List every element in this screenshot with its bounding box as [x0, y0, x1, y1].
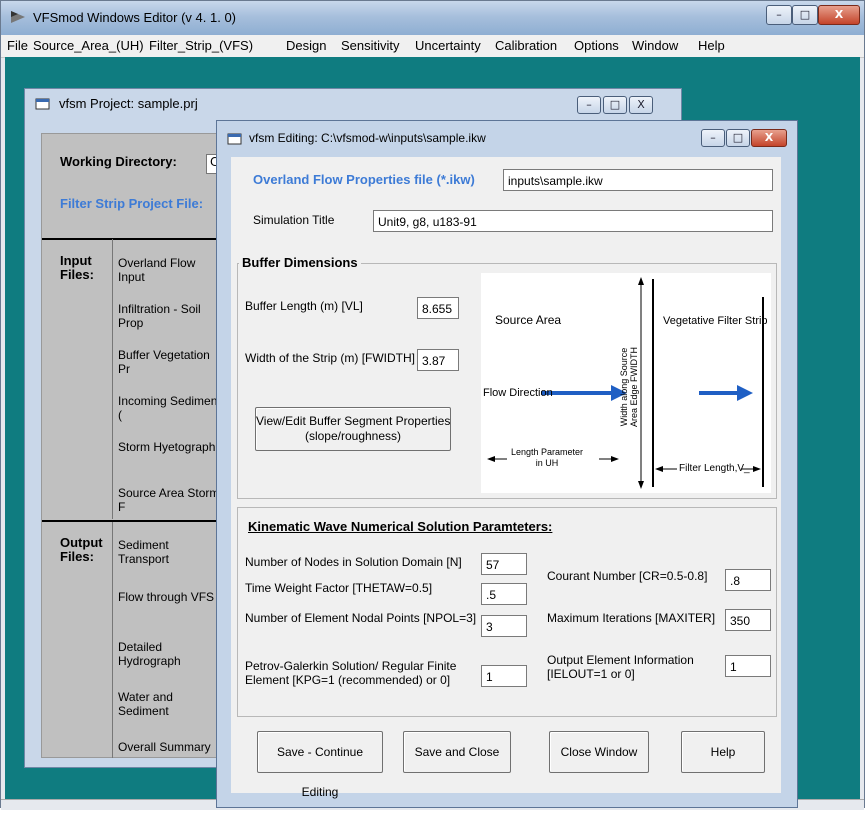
- nodes-label: Number of Nodes in Solution Domain [N]: [245, 555, 462, 569]
- menu-source-area[interactable]: Source_Area_(UH): [33, 38, 144, 53]
- input-item-incoming-sediment[interactable]: Incoming Sediment (: [118, 394, 222, 422]
- close-window-button[interactable]: Close Window: [549, 731, 649, 773]
- input-item-source-area-storm[interactable]: Source Area Storm F: [118, 486, 222, 514]
- close-button[interactable]: X: [818, 5, 860, 25]
- project-maximize-button[interactable]: □: [603, 96, 627, 114]
- ielout-label: Output Element Information [IELOUT=1 or …: [547, 653, 694, 681]
- diagram-source-area: Source Area: [495, 313, 562, 327]
- input-item-buffer-vegetation[interactable]: Buffer Vegetation Pr: [118, 348, 222, 376]
- edit-close-button[interactable]: X: [751, 129, 787, 147]
- courant-input[interactable]: .8: [725, 569, 771, 591]
- input-item-overland-flow[interactable]: Overland Flow Input: [118, 256, 222, 284]
- divider: [112, 522, 113, 758]
- edit-window: vfsm Editing: C:\vfsmod-w\inputs\sample.…: [216, 120, 798, 808]
- buffer-length-label: Buffer Length (m) [VL]: [245, 299, 363, 313]
- view-edit-segment-button[interactable]: View/Edit Buffer Segment Properties (slo…: [255, 407, 451, 451]
- output-item-sediment-transport[interactable]: Sediment Transport: [118, 538, 222, 566]
- divider: [42, 238, 224, 240]
- project-minimize-button[interactable]: –: [577, 96, 601, 114]
- menu-bar: File Source_Area_(UH) Filter_Strip_(VFS)…: [1, 35, 864, 58]
- minimize-button[interactable]: –: [766, 5, 792, 25]
- nodes-input[interactable]: 57: [481, 553, 527, 575]
- save-close-button[interactable]: Save and Close: [403, 731, 511, 773]
- buffer-diagram: Source Area Vegetative Filter Strip Flow…: [481, 273, 771, 493]
- edit-title-bar: vfsm Editing: C:\vfsmod-w\inputs\sample.…: [217, 121, 797, 155]
- menu-file[interactable]: File: [7, 38, 28, 53]
- output-item-detailed-hydrograph[interactable]: Detailed Hydrograph: [118, 640, 222, 668]
- overland-flow-label: Overland Flow Properties file (*.ikw): [253, 172, 475, 187]
- project-title: vfsm Project: sample.prj: [59, 96, 198, 111]
- buffer-dimensions-title: Buffer Dimensions: [239, 255, 361, 270]
- edit-title: vfsm Editing: C:\vfsmod-w\inputs\sample.…: [249, 131, 486, 145]
- strip-width-input[interactable]: 3.87: [417, 349, 459, 371]
- divider: [112, 239, 113, 519]
- input-files-label: Input Files:: [60, 253, 94, 282]
- window-icon: [227, 133, 242, 145]
- output-item-flow-through-vfs[interactable]: Flow through VFS: [118, 590, 214, 604]
- edit-form: Overland Flow Properties file (*.ikw) in…: [231, 157, 781, 799]
- menu-sensitivity[interactable]: Sensitivity: [341, 38, 400, 53]
- theta-label: Time Weight Factor [THETAW=0.5]: [245, 581, 433, 595]
- app-icon: [11, 11, 25, 23]
- kpg-label: Petrov-Galerkin Solution/ Regular Finite…: [245, 659, 457, 687]
- maxiter-input[interactable]: 350: [725, 609, 771, 631]
- menu-calibration[interactable]: Calibration: [495, 38, 557, 53]
- output-files-label: Output Files:: [60, 535, 103, 564]
- window-icon: [35, 98, 50, 110]
- filter-strip-project-label: Filter Strip Project File:: [60, 196, 204, 211]
- npol-input[interactable]: 3: [481, 615, 527, 637]
- diagram-vfs: Vegetative Filter Strip: [663, 315, 768, 327]
- edit-minimize-button[interactable]: –: [701, 129, 725, 147]
- buffer-length-input[interactable]: 8.655: [417, 297, 459, 319]
- divider: [42, 520, 224, 522]
- diagram-length-parameter: Length Parameter in UH: [511, 447, 584, 468]
- output-item-overall-summary[interactable]: Overall Summary: [118, 740, 211, 754]
- menu-help[interactable]: Help: [698, 38, 725, 53]
- menu-uncertainty[interactable]: Uncertainty: [415, 38, 481, 53]
- save-continue-button[interactable]: Save - Continue Editing: [257, 731, 383, 799]
- diagram-filter-length: Filter Length,V_: [679, 463, 750, 474]
- simulation-title-label: Simulation Title: [253, 213, 335, 227]
- maxiter-label: Maximum Iterations [MAXITER]: [547, 611, 716, 625]
- overland-flow-file-input[interactable]: inputs\sample.ikw: [503, 169, 773, 191]
- project-panel: Working Directory: C Filter Strip Projec…: [41, 133, 224, 758]
- courant-label: Courant Number [CR=0.5-0.8]: [547, 569, 708, 583]
- kinematic-wave-title: Kinematic Wave Numerical Solution Paramt…: [245, 519, 556, 534]
- output-item-water-sediment[interactable]: Water and Sediment: [118, 690, 222, 718]
- main-title-bar: VFSmod Windows Editor (v 4. 1. 0) – □ X: [1, 1, 864, 35]
- menu-design[interactable]: Design: [286, 38, 326, 53]
- maximize-button[interactable]: □: [792, 5, 818, 25]
- menu-window[interactable]: Window: [632, 38, 678, 53]
- working-directory-label: Working Directory:: [60, 154, 177, 169]
- input-item-infiltration[interactable]: Infiltration - Soil Prop: [118, 302, 222, 330]
- app-title: VFSmod Windows Editor (v 4. 1. 0): [33, 10, 237, 25]
- ielout-input[interactable]: 1: [725, 655, 771, 677]
- kpg-input[interactable]: 1: [481, 665, 527, 687]
- theta-input[interactable]: .5: [481, 583, 527, 605]
- simulation-title-input[interactable]: Unit9, g8, u183-91: [373, 210, 773, 232]
- menu-filter-strip[interactable]: Filter_Strip_(VFS): [149, 38, 253, 53]
- diagram-width-along: Width along Source Area Edge FWIDTH: [619, 346, 640, 428]
- strip-width-label: Width of the Strip (m) [FWIDTH]: [245, 351, 416, 365]
- project-title-bar: vfsm Project: sample.prj – □ X: [25, 89, 681, 119]
- diagram-flow-direction: Flow Direction: [483, 387, 553, 399]
- project-close-button[interactable]: X: [629, 96, 653, 114]
- edit-maximize-button[interactable]: □: [726, 129, 750, 147]
- menu-options[interactable]: Options: [574, 38, 619, 53]
- input-item-storm-hyetograph[interactable]: Storm Hyetograph: [118, 440, 215, 454]
- npol-label: Number of Element Nodal Points [NPOL=3]: [245, 611, 477, 625]
- help-button[interactable]: Help: [681, 731, 765, 773]
